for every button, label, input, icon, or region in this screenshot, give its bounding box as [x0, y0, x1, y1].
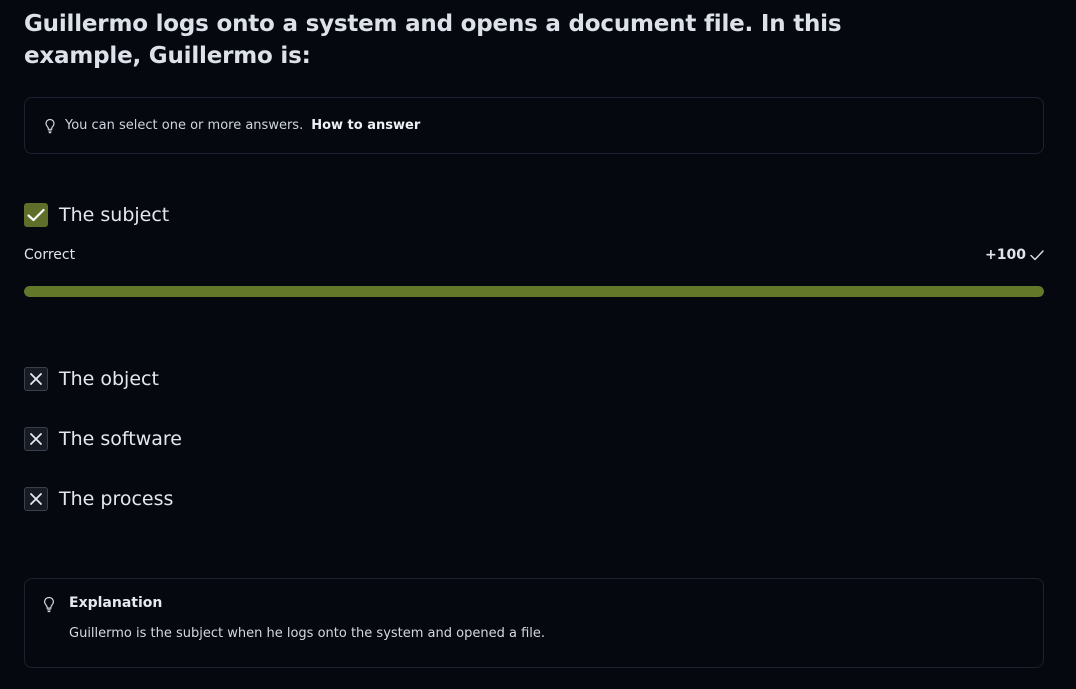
score-progress-bar — [24, 286, 1044, 297]
question-text: Guillermo logs onto a system and opens a… — [24, 11, 842, 69]
option-label: The subject — [59, 204, 170, 226]
checkbox-cross-icon[interactable] — [24, 367, 48, 391]
lightbulb-icon — [42, 596, 56, 617]
explanation-title: Explanation — [69, 595, 163, 611]
points-badge: +100 — [985, 247, 1044, 263]
option-the-object[interactable]: The object — [24, 367, 159, 391]
option-label: The object — [59, 368, 159, 390]
quiz-page: Guillermo logs onto a system and opens a… — [0, 0, 1076, 689]
result-status: Correct — [24, 247, 76, 263]
option-the-subject[interactable]: The subject — [24, 203, 169, 227]
explanation-text: Guillermo is the subject when he logs on… — [69, 626, 545, 641]
hint-text: You can select one or more answers. — [65, 118, 304, 133]
checkbox-cross-icon[interactable] — [24, 487, 48, 511]
option-the-software[interactable]: The software — [24, 427, 182, 451]
option-label: The process — [59, 488, 174, 510]
lightbulb-icon — [43, 118, 57, 134]
result-row: Correct +100 — [24, 247, 1044, 263]
checkmark-icon — [1030, 249, 1044, 260]
checkbox-checked-icon[interactable] — [24, 203, 48, 227]
score-progress-fill — [24, 286, 1044, 297]
explanation-panel: Explanation Guillermo is the subject whe… — [24, 578, 1044, 668]
how-to-answer-link[interactable]: How to answer — [311, 118, 420, 133]
points-value: +100 — [985, 247, 1026, 263]
hint-box: You can select one or more answers. How … — [24, 97, 1044, 154]
option-the-process[interactable]: The process — [24, 487, 173, 511]
checkbox-cross-icon[interactable] — [24, 427, 48, 451]
option-label: The software — [59, 428, 182, 450]
